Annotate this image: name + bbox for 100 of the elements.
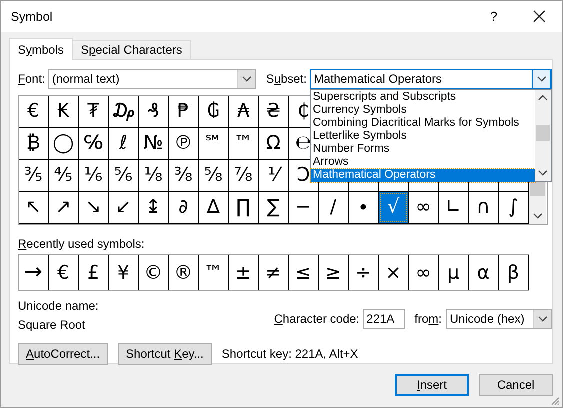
symbol-cell[interactable]: ∟ bbox=[446, 196, 462, 218]
symbol-cell[interactable]: ↘ bbox=[86, 196, 102, 218]
symbol-cell[interactable]: ₯ bbox=[111, 100, 136, 122]
dropdown[interactable]: Mathematical Operators bbox=[310, 69, 552, 89]
symbol-cell[interactable]: ⅜ bbox=[174, 164, 193, 186]
chevron-down-icon bbox=[242, 76, 252, 82]
symbol-cell[interactable]: ₳ bbox=[237, 100, 250, 122]
resize-grip-icon[interactable] bbox=[550, 395, 560, 405]
symbol-cell[interactable]: ◯ bbox=[52, 132, 74, 154]
window-title: Symbol bbox=[11, 10, 54, 24]
symbol-cell[interactable]: ↙ bbox=[116, 196, 132, 218]
scrollbar-thumb[interactable] bbox=[530, 182, 545, 196]
list-item[interactable]: Mathematical Operators bbox=[311, 169, 535, 182]
symbol-cell[interactable]: α bbox=[469, 255, 499, 290]
symbol-cell[interactable]: ₵ bbox=[297, 100, 310, 122]
list-item[interactable]: Letterlike Symbols bbox=[311, 130, 535, 143]
symbol-cell[interactable]: ⅘ bbox=[54, 164, 73, 186]
symbol-cell[interactable]: ℮ bbox=[295, 132, 312, 154]
symbol-cell[interactable]: ℓ bbox=[120, 132, 128, 154]
list-item[interactable]: Superscripts and Subscripts bbox=[311, 91, 535, 104]
symbol-cell[interactable]: © bbox=[139, 255, 169, 290]
symbol-cell[interactable]: ℗ bbox=[174, 132, 193, 154]
chevron-up-icon bbox=[538, 95, 548, 101]
symbol-cell[interactable]: ∞ bbox=[409, 255, 439, 290]
symbol-cell[interactable]: ⅞ bbox=[234, 164, 253, 186]
symbol-cell[interactable]: ₱ bbox=[177, 100, 190, 122]
symbol-cell[interactable]: ∑ bbox=[267, 196, 280, 218]
symbol-cell[interactable]: ⅝ bbox=[204, 164, 223, 186]
symbol-cell[interactable]: ⅛ bbox=[144, 164, 163, 186]
symbol-cell[interactable]: ± bbox=[229, 255, 259, 290]
symbol-cell[interactable]: ∩ bbox=[476, 196, 490, 218]
unicode-name-label: Unicode name: bbox=[18, 299, 100, 313]
symbol-cell[interactable]: ∏ bbox=[236, 196, 251, 218]
symbol-cell[interactable]: µ bbox=[439, 255, 469, 290]
symbol-cell[interactable]: → bbox=[19, 255, 49, 290]
symbol-cell[interactable]: ™ bbox=[199, 255, 229, 290]
chevron-down-icon bbox=[532, 213, 542, 219]
list-item[interactable]: Arrows bbox=[311, 156, 535, 169]
symbol-cell[interactable]: ∕ bbox=[330, 196, 337, 218]
symbol-cell[interactable]: ℠ bbox=[204, 132, 224, 154]
symbol-cell[interactable]: √ bbox=[379, 192, 408, 223]
symbol-cell[interactable]: ⅙ bbox=[84, 164, 103, 186]
scrollbar[interactable] bbox=[535, 90, 551, 181]
symbol-cell[interactable]: € bbox=[49, 255, 79, 290]
symbol-cell[interactable]: ≥ bbox=[319, 255, 349, 290]
list-item[interactable]: Number Forms bbox=[311, 143, 535, 156]
from-label: from: bbox=[414, 312, 442, 326]
symbol-cell[interactable]: ∞ bbox=[416, 196, 432, 218]
symbol-cell[interactable]: ₮ bbox=[87, 100, 100, 122]
dropdown[interactable]: (normal text) bbox=[48, 69, 256, 89]
symbol-cell[interactable]: £ bbox=[79, 255, 109, 290]
button[interactable]: AutoCorrect... bbox=[18, 343, 108, 365]
symbol-cell[interactable]: ¥ bbox=[109, 255, 139, 290]
chevron-down-icon bbox=[538, 170, 548, 176]
help-button[interactable]: ? bbox=[479, 2, 509, 32]
font-label: Font: bbox=[18, 72, 46, 86]
symbol-cell[interactable]: ↖ bbox=[26, 196, 42, 218]
symbol-cell[interactable]: ⅗ bbox=[24, 164, 43, 186]
symbol-cell[interactable]: ≠ bbox=[259, 255, 289, 290]
tab[interactable]: Symbols bbox=[9, 38, 74, 60]
symbol-cell[interactable]: ∆ bbox=[207, 196, 220, 218]
close-icon bbox=[532, 10, 546, 23]
button[interactable]: Shortcut Key... bbox=[118, 343, 212, 365]
tab[interactable]: Special Characters bbox=[72, 40, 192, 59]
symbol-cell[interactable]: ÷ bbox=[349, 255, 379, 290]
list-item[interactable]: Currency Symbols bbox=[311, 104, 535, 117]
character-code-label: Character code: bbox=[274, 312, 360, 326]
symbol-cell[interactable]: ® bbox=[169, 255, 199, 290]
recent-label: Recently used symbols: bbox=[18, 237, 146, 251]
symbol-cell[interactable]: × bbox=[379, 255, 409, 290]
scrollbar-thumb[interactable] bbox=[536, 125, 550, 141]
symbol-cell[interactable]: ™ bbox=[234, 132, 253, 154]
symbol-cell[interactable]: ↗ bbox=[56, 196, 72, 218]
symbol-cell[interactable]: ₲ bbox=[207, 100, 220, 122]
character-code-field[interactable]: 221A bbox=[362, 309, 405, 329]
dropdown[interactable]: Unicode (hex) bbox=[446, 309, 552, 329]
button[interactable]: Cancel bbox=[479, 374, 553, 396]
button[interactable]: Insert bbox=[395, 374, 469, 396]
symbol-cell[interactable]: Ↄ bbox=[296, 164, 310, 186]
chevron-down-icon bbox=[536, 76, 546, 82]
symbol-cell[interactable]: ₰ bbox=[147, 100, 160, 122]
symbol-cell[interactable]: ₭ bbox=[57, 100, 70, 122]
symbol-cell[interactable]: ₿ bbox=[26, 132, 41, 154]
symbol-cell[interactable]: ∂ bbox=[178, 196, 188, 218]
symbol-cell[interactable]: − bbox=[296, 196, 312, 218]
symbol-cell[interactable]: β bbox=[499, 255, 529, 290]
list-item[interactable]: Combining Diacritical Marks for Symbols bbox=[311, 117, 535, 130]
symbol-cell[interactable]: ₴ bbox=[266, 100, 281, 122]
subset-label: Subset: bbox=[266, 72, 307, 86]
symbol-cell[interactable]: ≤ bbox=[289, 255, 319, 290]
chevron-down-icon bbox=[538, 316, 548, 322]
symbol-cell[interactable]: № bbox=[144, 132, 164, 154]
symbol-cell[interactable]: ↨ bbox=[146, 196, 162, 218]
symbol-cell[interactable]: ℅ bbox=[84, 132, 104, 154]
symbol-cell[interactable]: ∫ bbox=[508, 196, 518, 218]
symbol-cell[interactable]: ⅚ bbox=[114, 164, 133, 186]
symbol-cell[interactable]: ∙ bbox=[358, 196, 370, 218]
symbol-cell[interactable]: Ω bbox=[266, 132, 281, 154]
symbol-cell[interactable]: € bbox=[27, 100, 40, 122]
unicode-name: Square Root bbox=[18, 318, 86, 332]
